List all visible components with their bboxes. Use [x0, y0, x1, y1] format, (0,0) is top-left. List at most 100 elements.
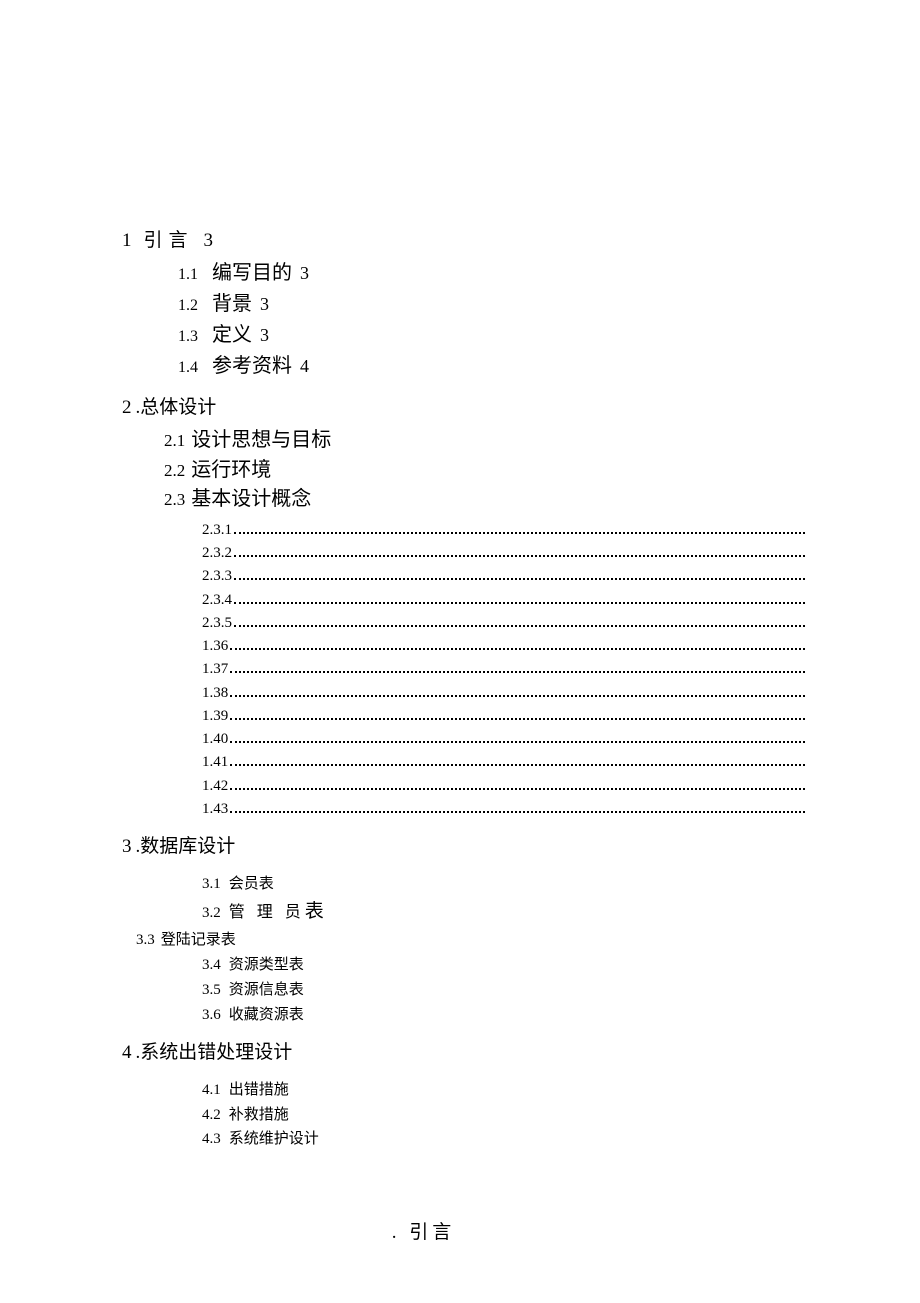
toc-num: 2: [122, 394, 132, 423]
toc-page: 1 引言 3 1.1 编写目的 3 1.2 背景 3 1.3 定义 3 1.4 …: [0, 0, 920, 1244]
toc-dotted-item: 1.37: [202, 658, 805, 681]
toc-title: 收藏资源表: [229, 1003, 304, 1028]
toc-num: 3.4: [202, 953, 221, 978]
toc-title-suffix: 表: [305, 896, 324, 927]
toc-num: 2.3.3: [202, 565, 232, 588]
toc-dotted-item: 2.3.5: [202, 612, 805, 635]
toc-num: 3.6: [202, 1003, 221, 1028]
toc-dotted-item: 1.43: [202, 798, 805, 821]
toc-num: 4: [122, 1039, 132, 1068]
toc-section-3: 3 .数据库设计: [122, 833, 805, 862]
toc-title: 资源类型表: [229, 953, 304, 978]
toc-item: 1.1 编写目的 3: [178, 258, 805, 289]
toc-dotted-item: 2.3.2: [202, 542, 805, 565]
toc-dotted-list: 2.3.1 2.3.2 2.3.3 2.3.4 2.3.5 1.36 1.37 …: [202, 519, 805, 821]
toc-page-num: 3: [260, 291, 269, 319]
toc-num: 3.1: [202, 872, 221, 897]
toc-leader-dots: [230, 686, 805, 697]
toc-item: 2.1 设计思想与目标: [164, 426, 805, 456]
toc-item: 4.3 系统维护设计: [202, 1127, 805, 1152]
toc-title: 引言: [144, 227, 194, 256]
toc-title: 定义: [212, 320, 252, 351]
toc-num: 2.3: [164, 487, 185, 512]
toc-dotted-item: 1.41: [202, 751, 805, 774]
toc-dotted-item: 1.40: [202, 728, 805, 751]
toc-num: 1.1: [178, 263, 198, 288]
toc-leader-dots: [234, 593, 805, 604]
toc-leader-dots: [230, 779, 805, 790]
toc-num: 1: [122, 227, 134, 256]
toc-leader-dots: [234, 569, 805, 580]
toc-page-num: 3: [260, 322, 269, 350]
toc-num: 4.2: [202, 1103, 221, 1128]
toc-title: 编写目的: [212, 258, 292, 289]
toc-item: 3.6 收藏资源表: [202, 1003, 805, 1028]
toc-title: 补救措施: [229, 1103, 289, 1128]
toc-num: 1.4: [178, 356, 198, 381]
toc-dotted-item: 1.36: [202, 635, 805, 658]
section-heading: . 引言: [122, 1217, 805, 1244]
toc-title: 系统维护设计: [229, 1127, 319, 1152]
toc-leader-dots: [230, 732, 805, 743]
toc-item: 1.3 定义 3: [178, 320, 805, 351]
toc-page-num: 3: [204, 227, 214, 256]
toc-dotted-item: 1.38: [202, 682, 805, 705]
toc-title: 背景: [212, 289, 252, 320]
toc-leader-dots: [234, 616, 805, 627]
toc-title: .系统出错处理设计: [136, 1039, 293, 1068]
toc-dotted-item: 1.42: [202, 775, 805, 798]
toc-num: 4.3: [202, 1127, 221, 1152]
toc-dotted-item: 1.39: [202, 705, 805, 728]
toc-page-num: 4: [300, 353, 309, 381]
toc-item: 3.5 资源信息表: [202, 978, 805, 1003]
toc-leader-dots: [230, 639, 805, 650]
toc-num: 1.39: [202, 705, 228, 728]
toc-leader-dots: [234, 546, 805, 557]
toc-num: 1.38: [202, 682, 228, 705]
toc-num: 4.1: [202, 1078, 221, 1103]
toc-num: 3.5: [202, 978, 221, 1003]
toc-num: 1.43: [202, 798, 228, 821]
toc-title: 参考资料: [212, 351, 292, 382]
toc-title: 设计思想与目标: [191, 426, 331, 456]
toc-num: 3.3: [136, 928, 155, 954]
toc-item: 3.3 登陆记录表: [136, 928, 805, 954]
toc-leader-dots: [230, 802, 805, 813]
toc-num: 2.3.5: [202, 612, 232, 635]
toc-num: 1.40: [202, 728, 228, 751]
toc-num: 1.42: [202, 775, 228, 798]
toc-num: 1.36: [202, 635, 228, 658]
toc-item: 3.4 资源类型表: [202, 953, 805, 978]
toc-title: 运行环境: [191, 456, 271, 486]
toc-item: 1.2 背景 3: [178, 289, 805, 320]
toc-title: .数据库设计: [136, 833, 236, 862]
toc-dotted-item: 2.3.3: [202, 565, 805, 588]
toc-item: 4.1 出错措施: [202, 1078, 805, 1103]
toc-title: 资源信息表: [229, 978, 304, 1003]
toc-title: 会员表: [229, 872, 274, 897]
toc-section-1: 1 引言 3: [122, 227, 805, 256]
toc-num: 2.3.4: [202, 589, 232, 612]
toc-num: 3.2: [202, 901, 221, 926]
toc-num: 1.3: [178, 325, 198, 350]
toc-num: 2.3.1: [202, 519, 232, 542]
toc-title: 出错措施: [229, 1078, 289, 1103]
toc-num: 1.2: [178, 294, 198, 319]
toc-num: 2.2: [164, 458, 185, 483]
toc-section-2: 2 .总体设计: [122, 394, 805, 423]
toc-leader-dots: [234, 523, 805, 534]
toc-dotted-item: 2.3.1: [202, 519, 805, 542]
toc-num: 1.41: [202, 751, 228, 774]
toc-leader-dots: [230, 662, 805, 673]
toc-title: 管 理 员: [229, 900, 305, 926]
toc-leader-dots: [230, 755, 805, 766]
toc-num: 3: [122, 833, 132, 862]
toc-item: 2.2 运行环境: [164, 456, 805, 486]
toc-num: 2.1: [164, 428, 185, 453]
toc-title: 登陆记录表: [161, 928, 236, 954]
toc-page-num: 3: [300, 260, 309, 288]
toc-title: .总体设计: [136, 394, 217, 423]
toc-num: 1.37: [202, 658, 228, 681]
toc-item: 1.4 参考资料 4: [178, 351, 805, 382]
toc-leader-dots: [230, 709, 805, 720]
